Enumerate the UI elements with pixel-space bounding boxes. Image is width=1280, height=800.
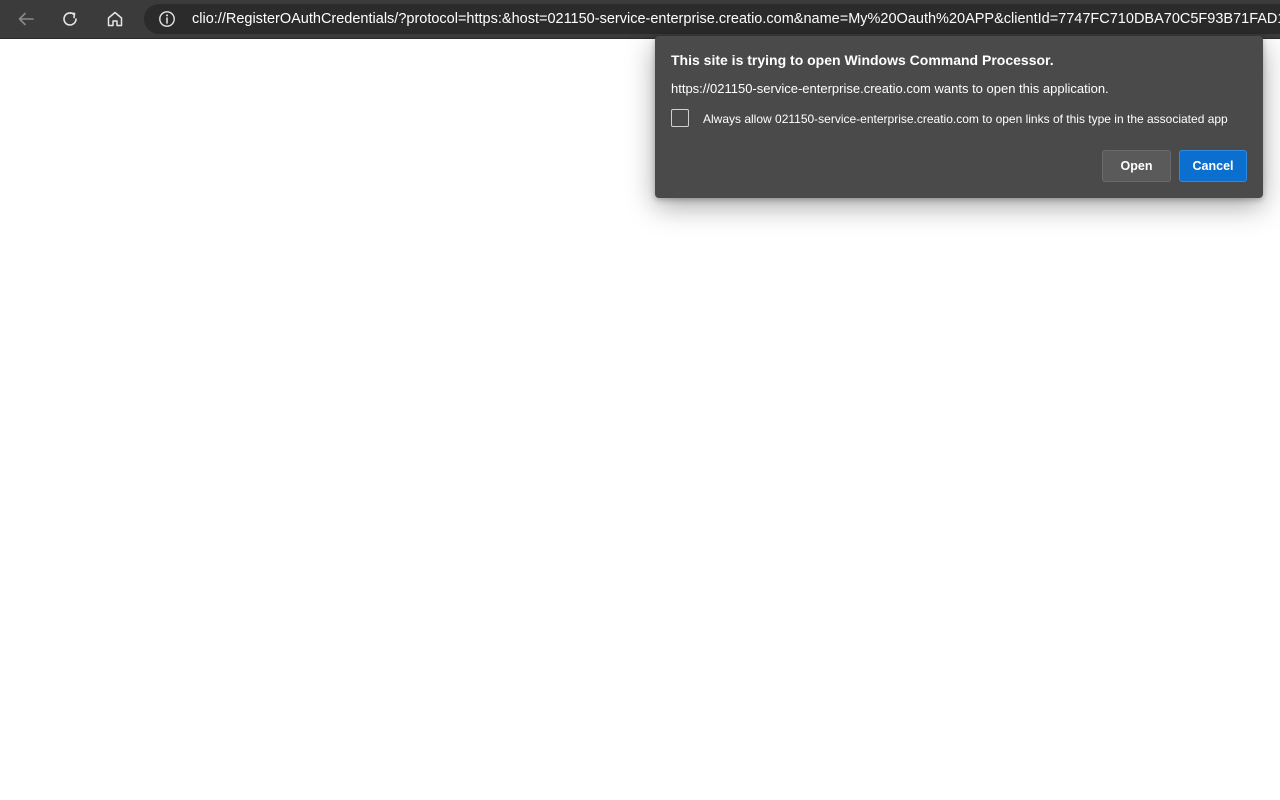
info-icon[interactable] (158, 10, 176, 28)
home-icon (105, 9, 125, 29)
refresh-button[interactable] (56, 5, 84, 33)
back-button[interactable] (12, 5, 40, 33)
dialog-message: https://021150-service-enterprise.creati… (671, 81, 1109, 96)
always-allow-checkbox[interactable] (671, 109, 689, 127)
home-button[interactable] (101, 5, 129, 33)
address-bar[interactable]: clio://RegisterOAuthCredentials/?protoco… (144, 4, 1280, 34)
refresh-icon (60, 9, 80, 29)
address-url[interactable]: clio://RegisterOAuthCredentials/?protoco… (192, 10, 1280, 28)
cancel-button[interactable]: Cancel (1179, 150, 1247, 182)
open-button[interactable]: Open (1102, 150, 1171, 182)
browser-toolbar: clio://RegisterOAuthCredentials/?protoco… (0, 0, 1280, 39)
always-allow-label[interactable]: Always allow 021150-service-enterprise.c… (703, 112, 1228, 126)
open-app-dialog: This site is trying to open Windows Comm… (655, 36, 1263, 198)
dialog-title: This site is trying to open Windows Comm… (671, 52, 1054, 68)
back-arrow-icon (16, 9, 36, 29)
